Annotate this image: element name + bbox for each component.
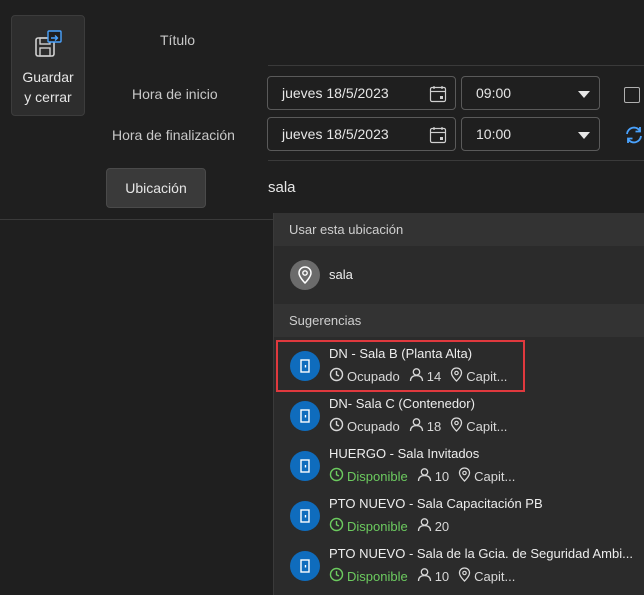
suggestion-item[interactable]: DN- Sala C (Contenedor) Ocupado 18 Capit... [274,391,644,441]
person-icon [417,467,435,485]
person-icon [417,517,435,535]
status-text: Ocupado [347,368,400,384]
suggestion-meta: Disponible 10 Capit... [329,566,524,586]
status-text: Ocupado [347,418,400,434]
title-label: Título [160,32,196,48]
divider [268,160,644,161]
use-location-item[interactable]: sala [274,250,644,300]
suggestion-meta: Ocupado 18 Capit... [329,416,516,436]
room-door-icon [290,451,320,481]
person-icon [417,567,435,585]
start-time-select[interactable]: 09:00 [461,76,600,110]
suggestion-name: PTO NUEVO - Sala de la Gcia. de Segurida… [329,546,633,561]
suggestion-name: DN - Sala B (Planta Alta) [329,346,473,361]
status-text: Disponible [347,518,408,534]
location-pin-icon [450,367,466,385]
place-text: Capit... [466,418,508,434]
clock-icon [329,467,347,485]
chevron-down-icon [578,132,590,139]
suggestion-item[interactable]: DN - Sala B (Planta Alta) Ocupado 14 Capit.… [274,341,644,391]
form-divider [0,219,273,220]
status-text: Disponible [347,568,408,584]
capacity-text: 14 [426,368,442,384]
capacity: 10 [417,467,449,485]
availability-status: Ocupado [329,417,400,435]
room-door-icon [290,351,320,381]
title-underline [268,65,644,66]
location-button-label: Ubicación [125,180,187,196]
save-close-icon [35,30,62,57]
suggestion-item[interactable]: PTO NUEVO - Sala Capacitación PB Disponib… [274,491,644,541]
clock-icon [329,517,347,535]
location-suggestions-dropdown: Usar esta ubicación sala Sugerencias DN … [273,213,644,595]
save-label-line1: Guardar [22,69,74,85]
capacity-text: 10 [434,568,450,584]
capacity: 18 [409,417,441,435]
capacity-text: 20 [434,518,450,534]
room-door-icon [290,551,320,581]
all-day-checkbox[interactable] [624,87,640,103]
place-text: Capit... [466,368,508,384]
suggestion-name: HUERGO - Sala Invitados [329,446,480,461]
status-text: Disponible [347,468,408,484]
end-time-value: 10:00 [476,126,512,142]
capacity: 10 [417,567,449,585]
calendar-icon [429,127,447,144]
place-text: Capit... [474,568,516,584]
person-icon [409,367,427,385]
suggestion-name: DN- Sala C (Contenedor) [329,396,475,411]
use-location-header: Usar esta ubicación [274,213,644,246]
location-input[interactable]: sala [268,179,296,196]
location-pin-icon [450,417,466,435]
location-pin-icon [290,260,320,290]
end-date-value: jueves 18/5/2023 [282,126,389,142]
start-time-value: 09:00 [476,85,512,101]
suggestion-meta: Disponible 20 [329,516,458,536]
use-location-value: sala [329,267,353,282]
suggestion-item[interactable]: HUERGO - Sala Invitados Disponible 10 Capit… [274,441,644,491]
start-time-label: Hora de inicio [132,86,218,102]
clock-icon [329,417,347,435]
location-pin-icon [458,567,474,585]
place: Capit... [458,567,515,585]
save-and-close-button[interactable]: Guardar y cerrar [11,15,85,116]
sync-icon[interactable] [624,125,644,145]
availability-status: Ocupado [329,367,400,385]
person-icon [409,417,427,435]
end-time-select[interactable]: 10:00 [461,117,600,151]
place: Capit... [450,417,507,435]
calendar-icon [429,86,447,103]
end-date-field[interactable]: jueves 18/5/2023 [267,117,456,151]
room-door-icon [290,501,320,531]
suggestion-name: PTO NUEVO - Sala Capacitación PB [329,496,543,511]
start-date-field[interactable]: jueves 18/5/2023 [267,76,456,110]
place: Capit... [450,367,507,385]
capacity: 14 [409,367,441,385]
clock-icon [329,367,347,385]
place: Capit... [458,467,515,485]
chevron-down-icon [578,91,590,98]
suggestion-meta: Ocupado 14 Capit... [329,366,516,386]
capacity-text: 10 [434,468,450,484]
location-pin-icon [458,467,474,485]
suggestion-meta: Disponible 10 Capit... [329,466,524,486]
save-label-line2: y cerrar [24,89,72,105]
start-date-value: jueves 18/5/2023 [282,85,389,101]
availability-status: Disponible [329,567,408,585]
location-button[interactable]: Ubicación [106,168,206,208]
capacity-text: 18 [426,418,442,434]
suggestion-item[interactable]: PTO NUEVO - Sala de la Gcia. de Segurida… [274,541,644,591]
capacity: 20 [417,517,449,535]
availability-status: Disponible [329,517,408,535]
clock-icon [329,567,347,585]
availability-status: Disponible [329,467,408,485]
end-time-label: Hora de finalización [112,127,235,143]
suggestions-header: Sugerencias [274,304,644,337]
room-door-icon [290,401,320,431]
place-text: Capit... [474,468,516,484]
